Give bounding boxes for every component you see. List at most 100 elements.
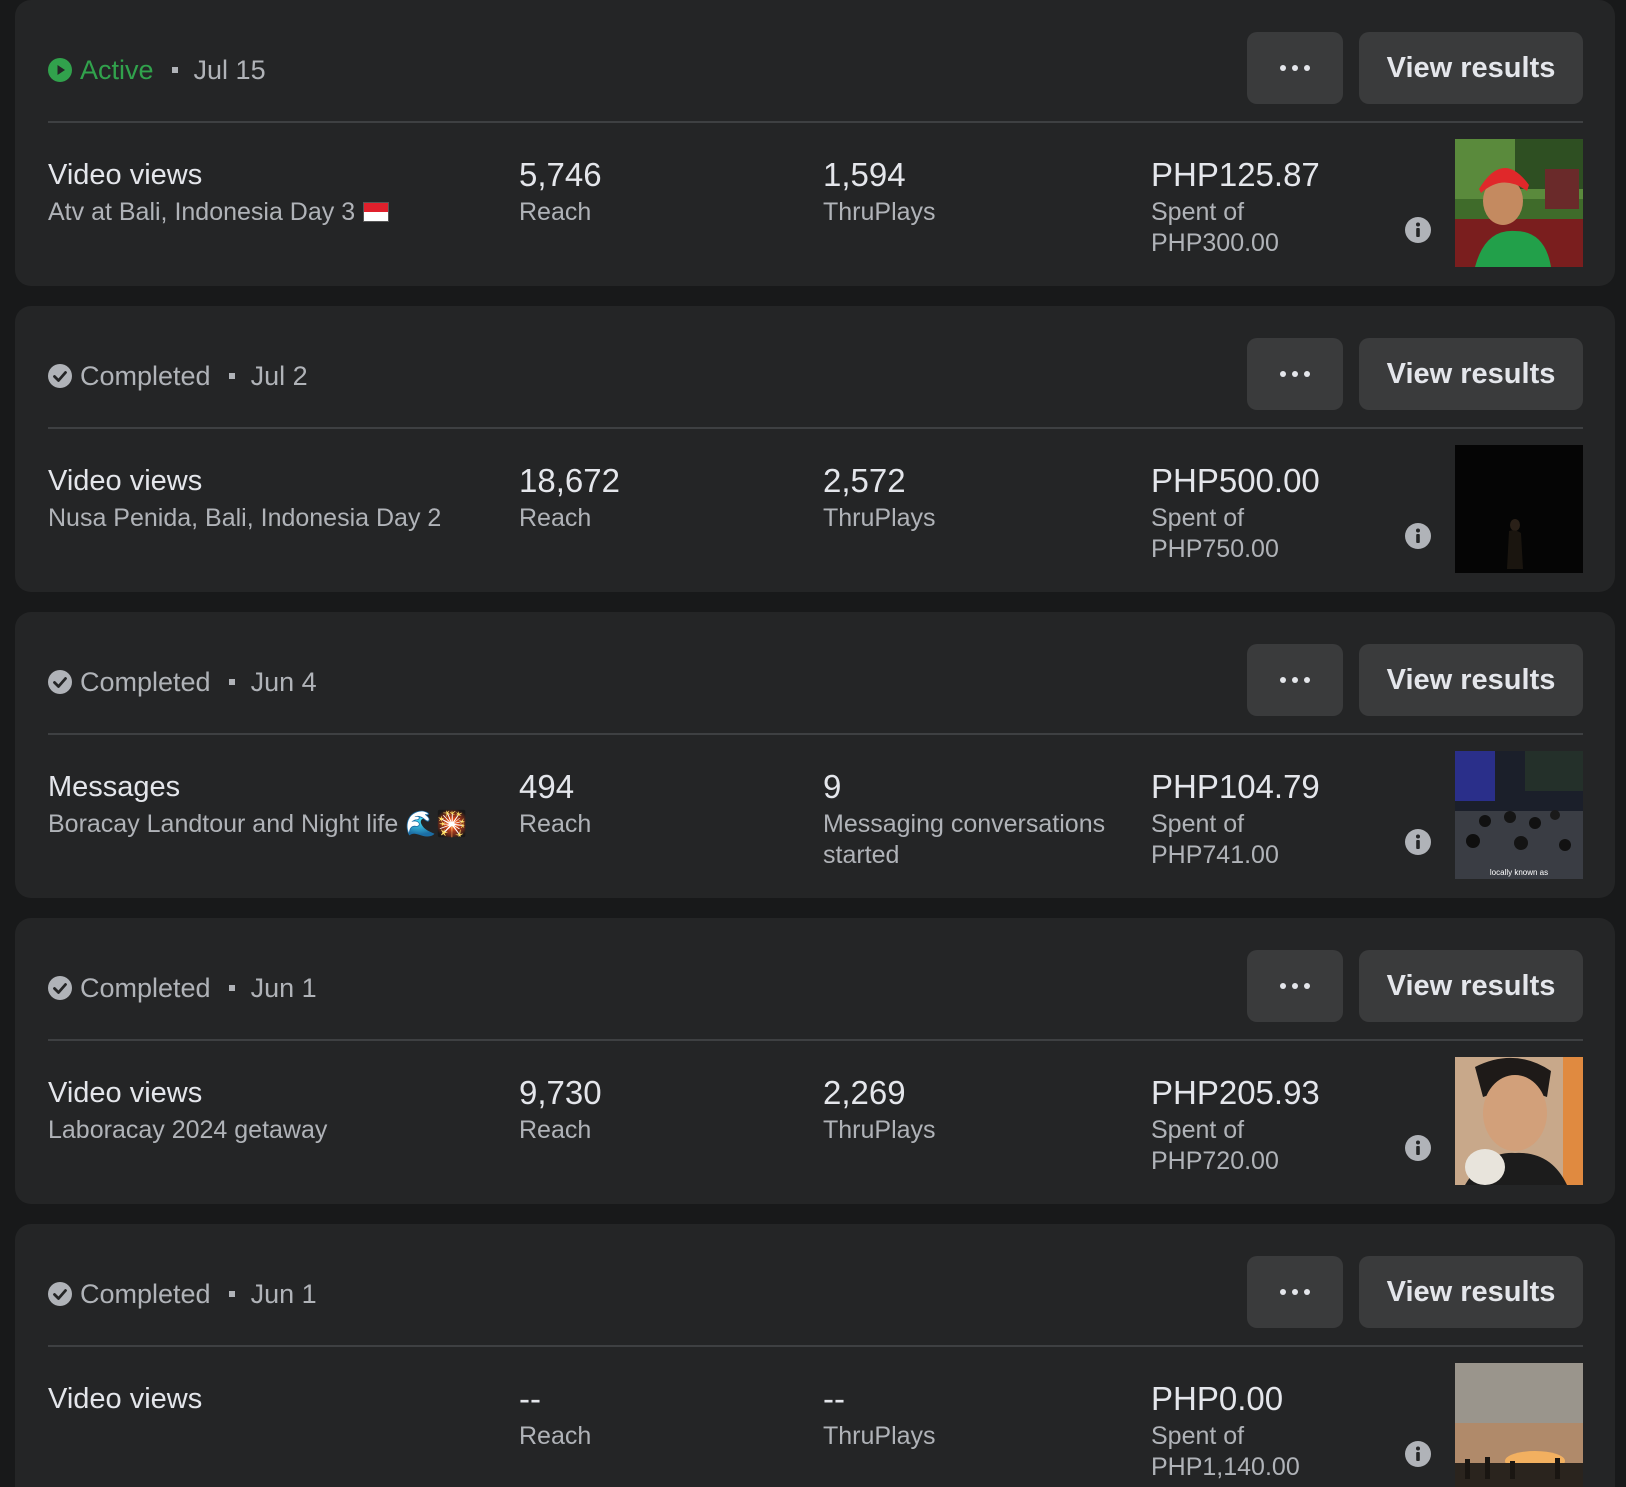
result-label: ThruPlays [823, 1116, 936, 1144]
result-value: -- [823, 1380, 845, 1417]
ad-thumbnail-sunset-beach[interactable] [1455, 1363, 1583, 1487]
campaign-card: Completed Jul 2 View results Video views… [15, 306, 1615, 592]
campaign-date: Jun 4 [250, 666, 317, 697]
more-options-button[interactable] [1247, 644, 1343, 716]
reach-value: 5,746 [519, 156, 602, 193]
amount-spent: PHP500.00 [1151, 462, 1320, 499]
result-value: 1,594 [823, 156, 906, 193]
divider [48, 1345, 1583, 1347]
info-icon[interactable] [1405, 1135, 1431, 1161]
play-circle-icon [48, 58, 72, 82]
separator-dot [228, 679, 235, 685]
divider [48, 1039, 1583, 1041]
result-label: Messaging conversations started [823, 810, 1106, 869]
separator-dot [228, 1291, 235, 1297]
spend-column: PHP125.87 Spent of PHP300.00 [1151, 155, 1381, 259]
campaign-card-header: Completed Jul 2 View results [48, 306, 1583, 428]
more-horizontal-icon [1280, 983, 1286, 989]
more-options-button[interactable] [1247, 32, 1343, 104]
result-column: 2,269 ThruPlays [823, 1073, 1123, 1146]
spent-of-label: Spent of [1151, 1116, 1245, 1144]
amount-spent: PHP125.87 [1151, 156, 1320, 193]
more-options-button[interactable] [1247, 950, 1343, 1022]
status-row: Completed Jul 2 [48, 356, 308, 396]
check-circle-icon [48, 670, 72, 694]
status-label: Completed [80, 666, 211, 697]
view-results-button[interactable]: View results [1359, 32, 1583, 104]
campaign-objective-column: Video views Laboracay 2024 getaway [48, 1073, 498, 1146]
campaign-objective: Video views [48, 159, 203, 191]
result-value: 2,572 [823, 462, 906, 499]
reach-column: -- Reach [519, 1379, 799, 1452]
campaign-date: Jun 1 [250, 1278, 317, 1309]
result-column: 1,594 ThruPlays [823, 155, 1123, 228]
ad-thumbnail-atv-rider[interactable] [1455, 139, 1583, 267]
divider [48, 427, 1583, 429]
reach-label: Reach [519, 198, 592, 226]
ad-thumbnail-night-crowd[interactable]: locally known as [1455, 751, 1583, 879]
check-circle-icon [48, 364, 72, 388]
ad-thumbnail-dark-figure[interactable] [1455, 445, 1583, 573]
status-label: Completed [80, 1278, 211, 1309]
campaign-name: Laboracay 2024 getaway [48, 1116, 328, 1144]
thumbnail-caption: locally known as [1490, 868, 1548, 877]
separator-dot [228, 985, 235, 991]
more-horizontal-icon [1280, 371, 1286, 377]
campaign-objective: Messages [48, 771, 181, 803]
reach-label: Reach [519, 1422, 592, 1450]
budget-amount: PHP720.00 [1151, 1147, 1279, 1175]
campaign-name: Boracay Landtour and Night life 🌊🎇 [48, 810, 468, 838]
campaign-objective: Video views [48, 465, 203, 497]
budget-amount: PHP1,140.00 [1151, 1453, 1300, 1481]
reach-label: Reach [519, 1116, 592, 1144]
more-horizontal-icon [1280, 65, 1286, 71]
budget-amount: PHP300.00 [1151, 229, 1279, 257]
reach-value: 9,730 [519, 1074, 602, 1111]
check-circle-icon [48, 1282, 72, 1306]
more-options-button[interactable] [1247, 338, 1343, 410]
campaign-objective-column: Video views Atv at Bali, Indonesia Day 3 [48, 155, 498, 228]
ad-thumbnail-man-portrait[interactable] [1455, 1057, 1583, 1185]
reach-value: 18,672 [519, 462, 620, 499]
info-icon[interactable] [1405, 523, 1431, 549]
spent-of-label: Spent of [1151, 504, 1245, 532]
more-options-button[interactable] [1247, 1256, 1343, 1328]
campaign-date: Jun 1 [250, 972, 317, 1003]
campaign-card-header: Completed Jun 1 View results [48, 918, 1583, 1040]
view-results-button[interactable]: View results [1359, 338, 1583, 410]
result-label: ThruPlays [823, 1422, 936, 1450]
spent-of-label: Spent of [1151, 198, 1245, 226]
campaign-objective: Video views [48, 1383, 203, 1415]
more-horizontal-icon [1280, 1289, 1286, 1295]
budget-amount: PHP750.00 [1151, 535, 1279, 563]
amount-spent: PHP104.79 [1151, 768, 1320, 805]
campaign-objective-column: Messages Boracay Landtour and Night life… [48, 767, 498, 840]
check-circle-icon [48, 976, 72, 1000]
campaign-name: Atv at Bali, Indonesia Day 3 [48, 198, 356, 226]
view-results-button[interactable]: View results [1359, 644, 1583, 716]
result-value: 9 [823, 768, 842, 805]
reach-value: 494 [519, 768, 575, 805]
view-results-button[interactable]: View results [1359, 950, 1583, 1022]
reach-column: 494 Reach [519, 767, 799, 840]
campaign-card: Completed Jun 4 View results Messages Bo… [15, 612, 1615, 898]
budget-amount: PHP741.00 [1151, 841, 1279, 869]
campaign-date: Jul 2 [250, 360, 308, 391]
info-icon[interactable] [1405, 217, 1431, 243]
result-value: 2,269 [823, 1074, 906, 1111]
campaign-card-header: Completed Jun 1 View results [48, 1224, 1583, 1346]
info-icon[interactable] [1405, 1441, 1431, 1467]
reach-value: -- [519, 1380, 541, 1417]
reach-label: Reach [519, 810, 592, 838]
campaign-objective-column: Video views Nusa Penida, Bali, Indonesia… [48, 461, 498, 534]
info-icon[interactable] [1405, 829, 1431, 855]
view-results-button[interactable]: View results [1359, 1256, 1583, 1328]
divider [48, 733, 1583, 735]
result-column: 2,572 ThruPlays [823, 461, 1123, 534]
campaign-card: Active Jul 15 View results Video views A… [15, 0, 1615, 286]
reach-label: Reach [519, 504, 592, 532]
campaign-name: Nusa Penida, Bali, Indonesia Day 2 [48, 504, 442, 532]
campaign-name-row: Atv at Bali, Indonesia Day 3 [48, 197, 498, 228]
spend-column: PHP0.00 Spent of PHP1,140.00 [1151, 1379, 1381, 1483]
campaign-list: Active Jul 15 View results Video views A… [0, 0, 1626, 1487]
